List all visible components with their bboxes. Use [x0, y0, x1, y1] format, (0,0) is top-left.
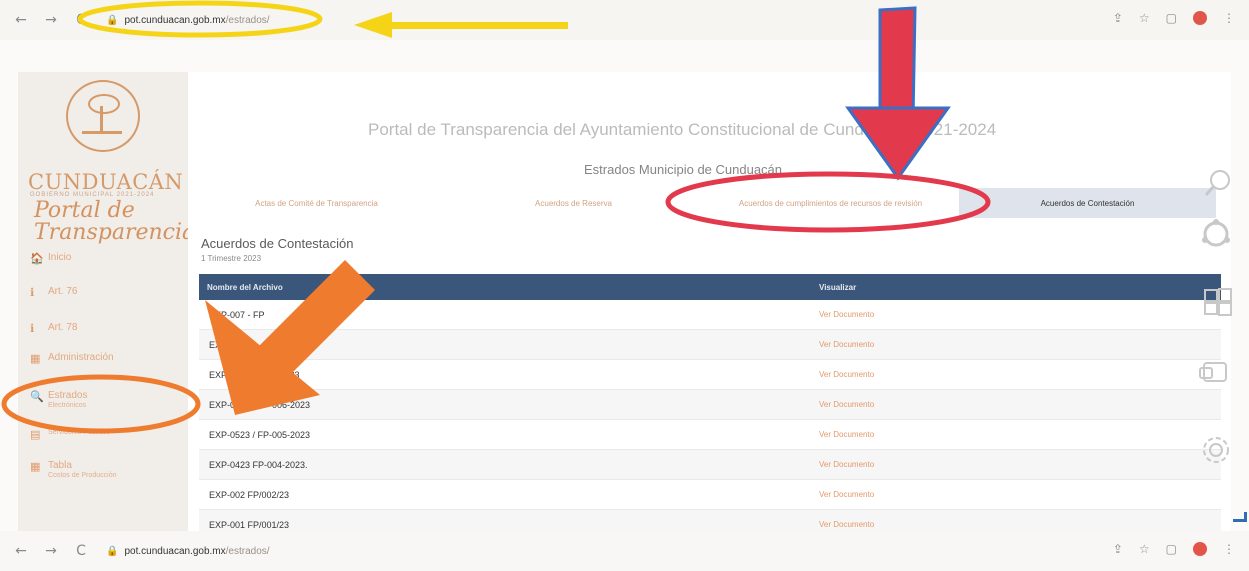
- screenshot: ← → C 🔒 pot.cunduacan.gob.mx/estrados/ ⇪…: [0, 0, 1249, 571]
- yellow-ring-annotation: [77, 0, 323, 38]
- annotation-overlay: [1, 0, 991, 434]
- yellow-arrow-annotation: [354, 12, 568, 38]
- orange-ring-annotation: [1, 374, 201, 434]
- orange-arrow-annotation: [205, 260, 375, 415]
- red-arrow-annotation: [845, 6, 951, 181]
- red-ring-annotation: [665, 171, 991, 233]
